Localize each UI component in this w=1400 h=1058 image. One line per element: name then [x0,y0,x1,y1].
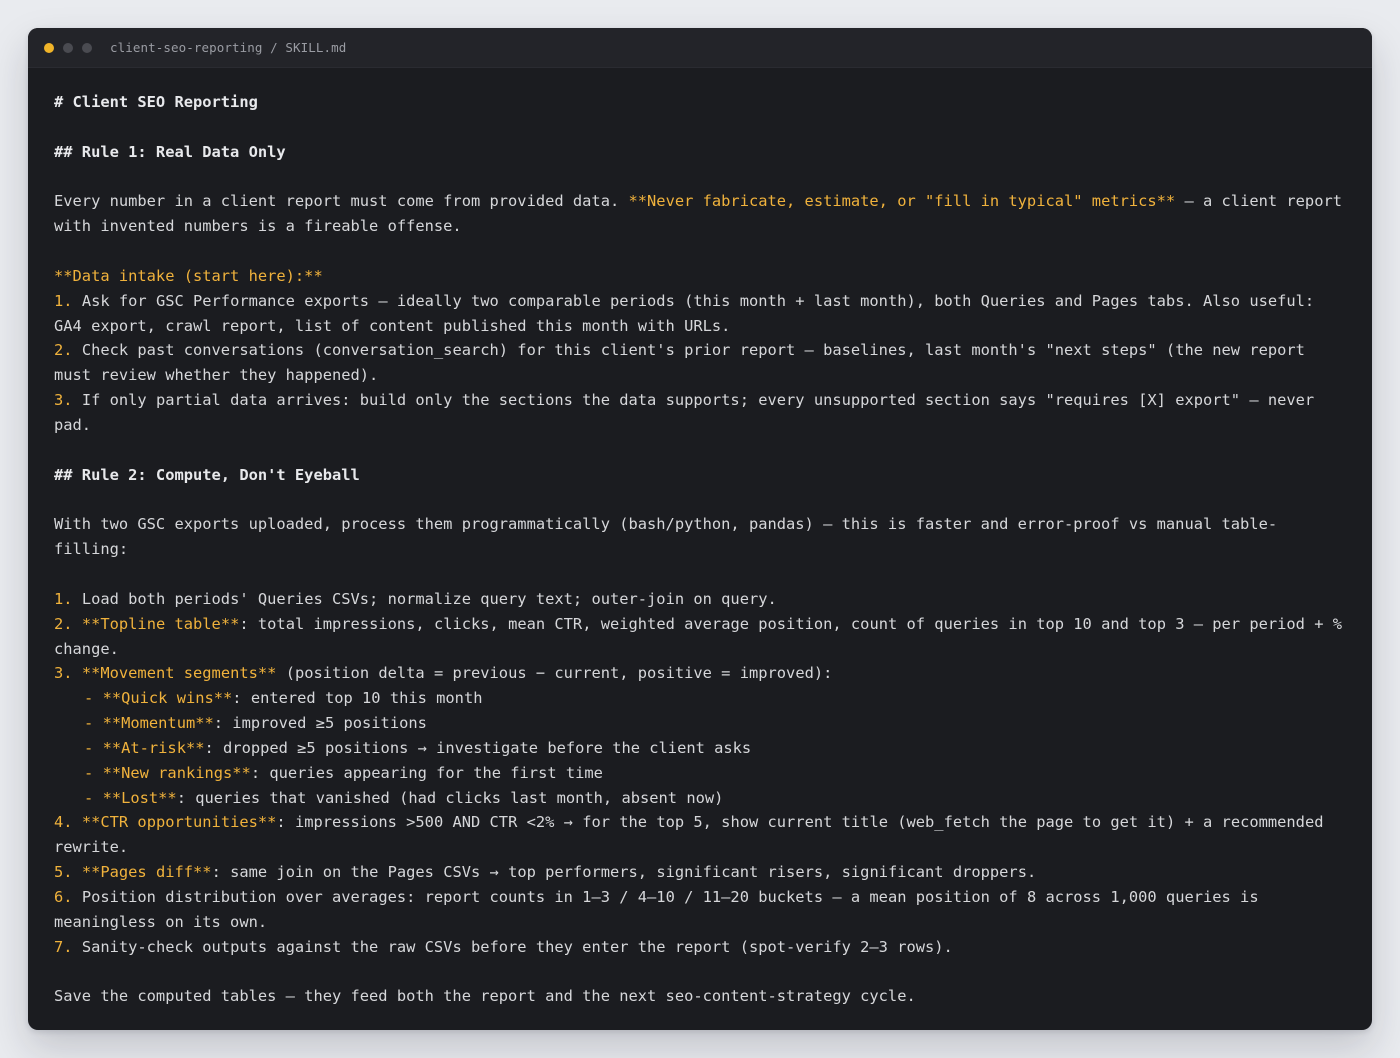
list-text: : total impressions, clicks, mean CTR, w… [54,614,1352,658]
doc-title: # Client SEO Reporting [54,93,258,111]
segment-bold-text: **At-risk** [102,738,205,757]
list-text: Check past conversations (conversation_s… [54,341,1315,385]
rule1-bold-text: **Never fabricate, estimate, or "fill in… [628,192,1176,211]
intake-label: **Data intake (start here):** [54,266,323,285]
markdown-content: # Client SEO Reporting ## Rule 1: Real D… [28,68,1372,1009]
step-item: 2. **Topline table**: total impressions,… [54,612,1346,662]
list-text: Ask for GSC Performance exports — ideall… [54,291,1324,335]
segment-bold-text: **Quick wins** [102,689,233,708]
bullet-dash: - [84,738,94,757]
list-number: 6. [54,888,73,906]
intake-item: 2. Check past conversations (conversatio… [54,338,1346,388]
file-path: client-seo-reporting / SKILL.md [110,40,347,55]
segment-bold-text: **New rankings** [102,763,251,782]
title-bar: client-seo-reporting / SKILL.md [28,28,1372,68]
step-item: 5. **Pages diff**: same join on the Page… [54,860,1346,885]
list-bold-text: **CTR opportunities** [81,813,277,832]
list-number: 7. [54,937,73,956]
bullet-dash: - [84,788,94,807]
segment-bold-text: **Momentum** [102,714,214,733]
list-number: 2. [54,341,73,360]
list-number: 3. [54,664,73,683]
segment-item: - **Momentum**: improved ≥5 positions [54,711,1346,736]
bullet-dash: - [84,714,94,733]
intake-item: 1. Ask for GSC Performance exports — ide… [54,289,1346,339]
rule1-heading: ## Rule 1: Real Data Only [54,142,286,161]
step-item: 3. **Movement segments** (position delta… [54,661,1346,686]
rule2-paragraph: With two GSC exports uploaded, process t… [54,515,1278,559]
step-item: 6. Position distribution over averages: … [54,885,1346,935]
segment-text: : queries that vanished (had clicks last… [176,788,724,807]
rule2-heading: ## Rule 2: Compute, Don't Eyeball [54,465,360,484]
step-item: 7. Sanity-check outputs against the raw … [54,935,1346,960]
list-number: 3. [54,391,73,410]
step-item: 1. Load both periods' Queries CSVs; norm… [54,587,1346,612]
minimize-window-button[interactable] [63,42,73,53]
list-number: 2. [54,614,73,633]
segment-text: : improved ≥5 positions [213,714,427,733]
list-text: (position delta = previous − current, po… [276,664,833,683]
bullet-dash: - [84,689,94,708]
list-text: If only partial data arrives: build only… [54,391,1324,434]
list-text: : same join on the Pages CSVs → top perf… [211,863,1037,882]
segment-item: - **At-risk**: dropped ≥5 positions → in… [54,736,1346,761]
segment-text: : dropped ≥5 positions → investigate bef… [204,738,752,757]
bullet-dash: - [84,763,94,782]
editor-window: client-seo-reporting / SKILL.md # Client… [28,28,1372,1030]
step-item: 4. **CTR opportunities**: impressions >5… [54,810,1346,860]
list-bold-text: **Pages diff** [81,863,212,882]
rule1-paragraph: Every number in a client report must com… [54,189,1346,239]
closing-paragraph: Save the computed tables — they feed bot… [54,987,916,1006]
list-number: 5. [54,863,73,882]
segment-item: - **Quick wins**: entered top 10 this mo… [54,686,1346,711]
list-text: Sanity-check outputs against the raw CSV… [72,937,953,956]
list-text: Load both periods' Queries CSVs; normali… [72,589,777,608]
list-bold-text: **Movement segments** [81,664,277,683]
list-number: 4. [54,813,73,832]
segment-item: - **New rankings**: queries appearing fo… [54,761,1346,786]
list-number: 1. [54,589,73,608]
maximize-window-button[interactable] [82,42,92,53]
segment-text: : queries appearing for the first time [250,763,603,782]
list-text: Position distribution over averages: rep… [54,888,1268,931]
list-number: 1. [54,291,73,310]
segment-item: - **Lost**: queries that vanished (had c… [54,786,1346,811]
close-window-button[interactable] [44,42,54,53]
list-bold-text: **Topline table** [81,614,240,633]
segment-bold-text: **Lost** [102,788,177,807]
segment-text: : entered top 10 this month [232,689,483,708]
rule1-text: Every number in a client report must com… [54,192,629,211]
intake-item: 3. If only partial data arrives: build o… [54,388,1346,438]
